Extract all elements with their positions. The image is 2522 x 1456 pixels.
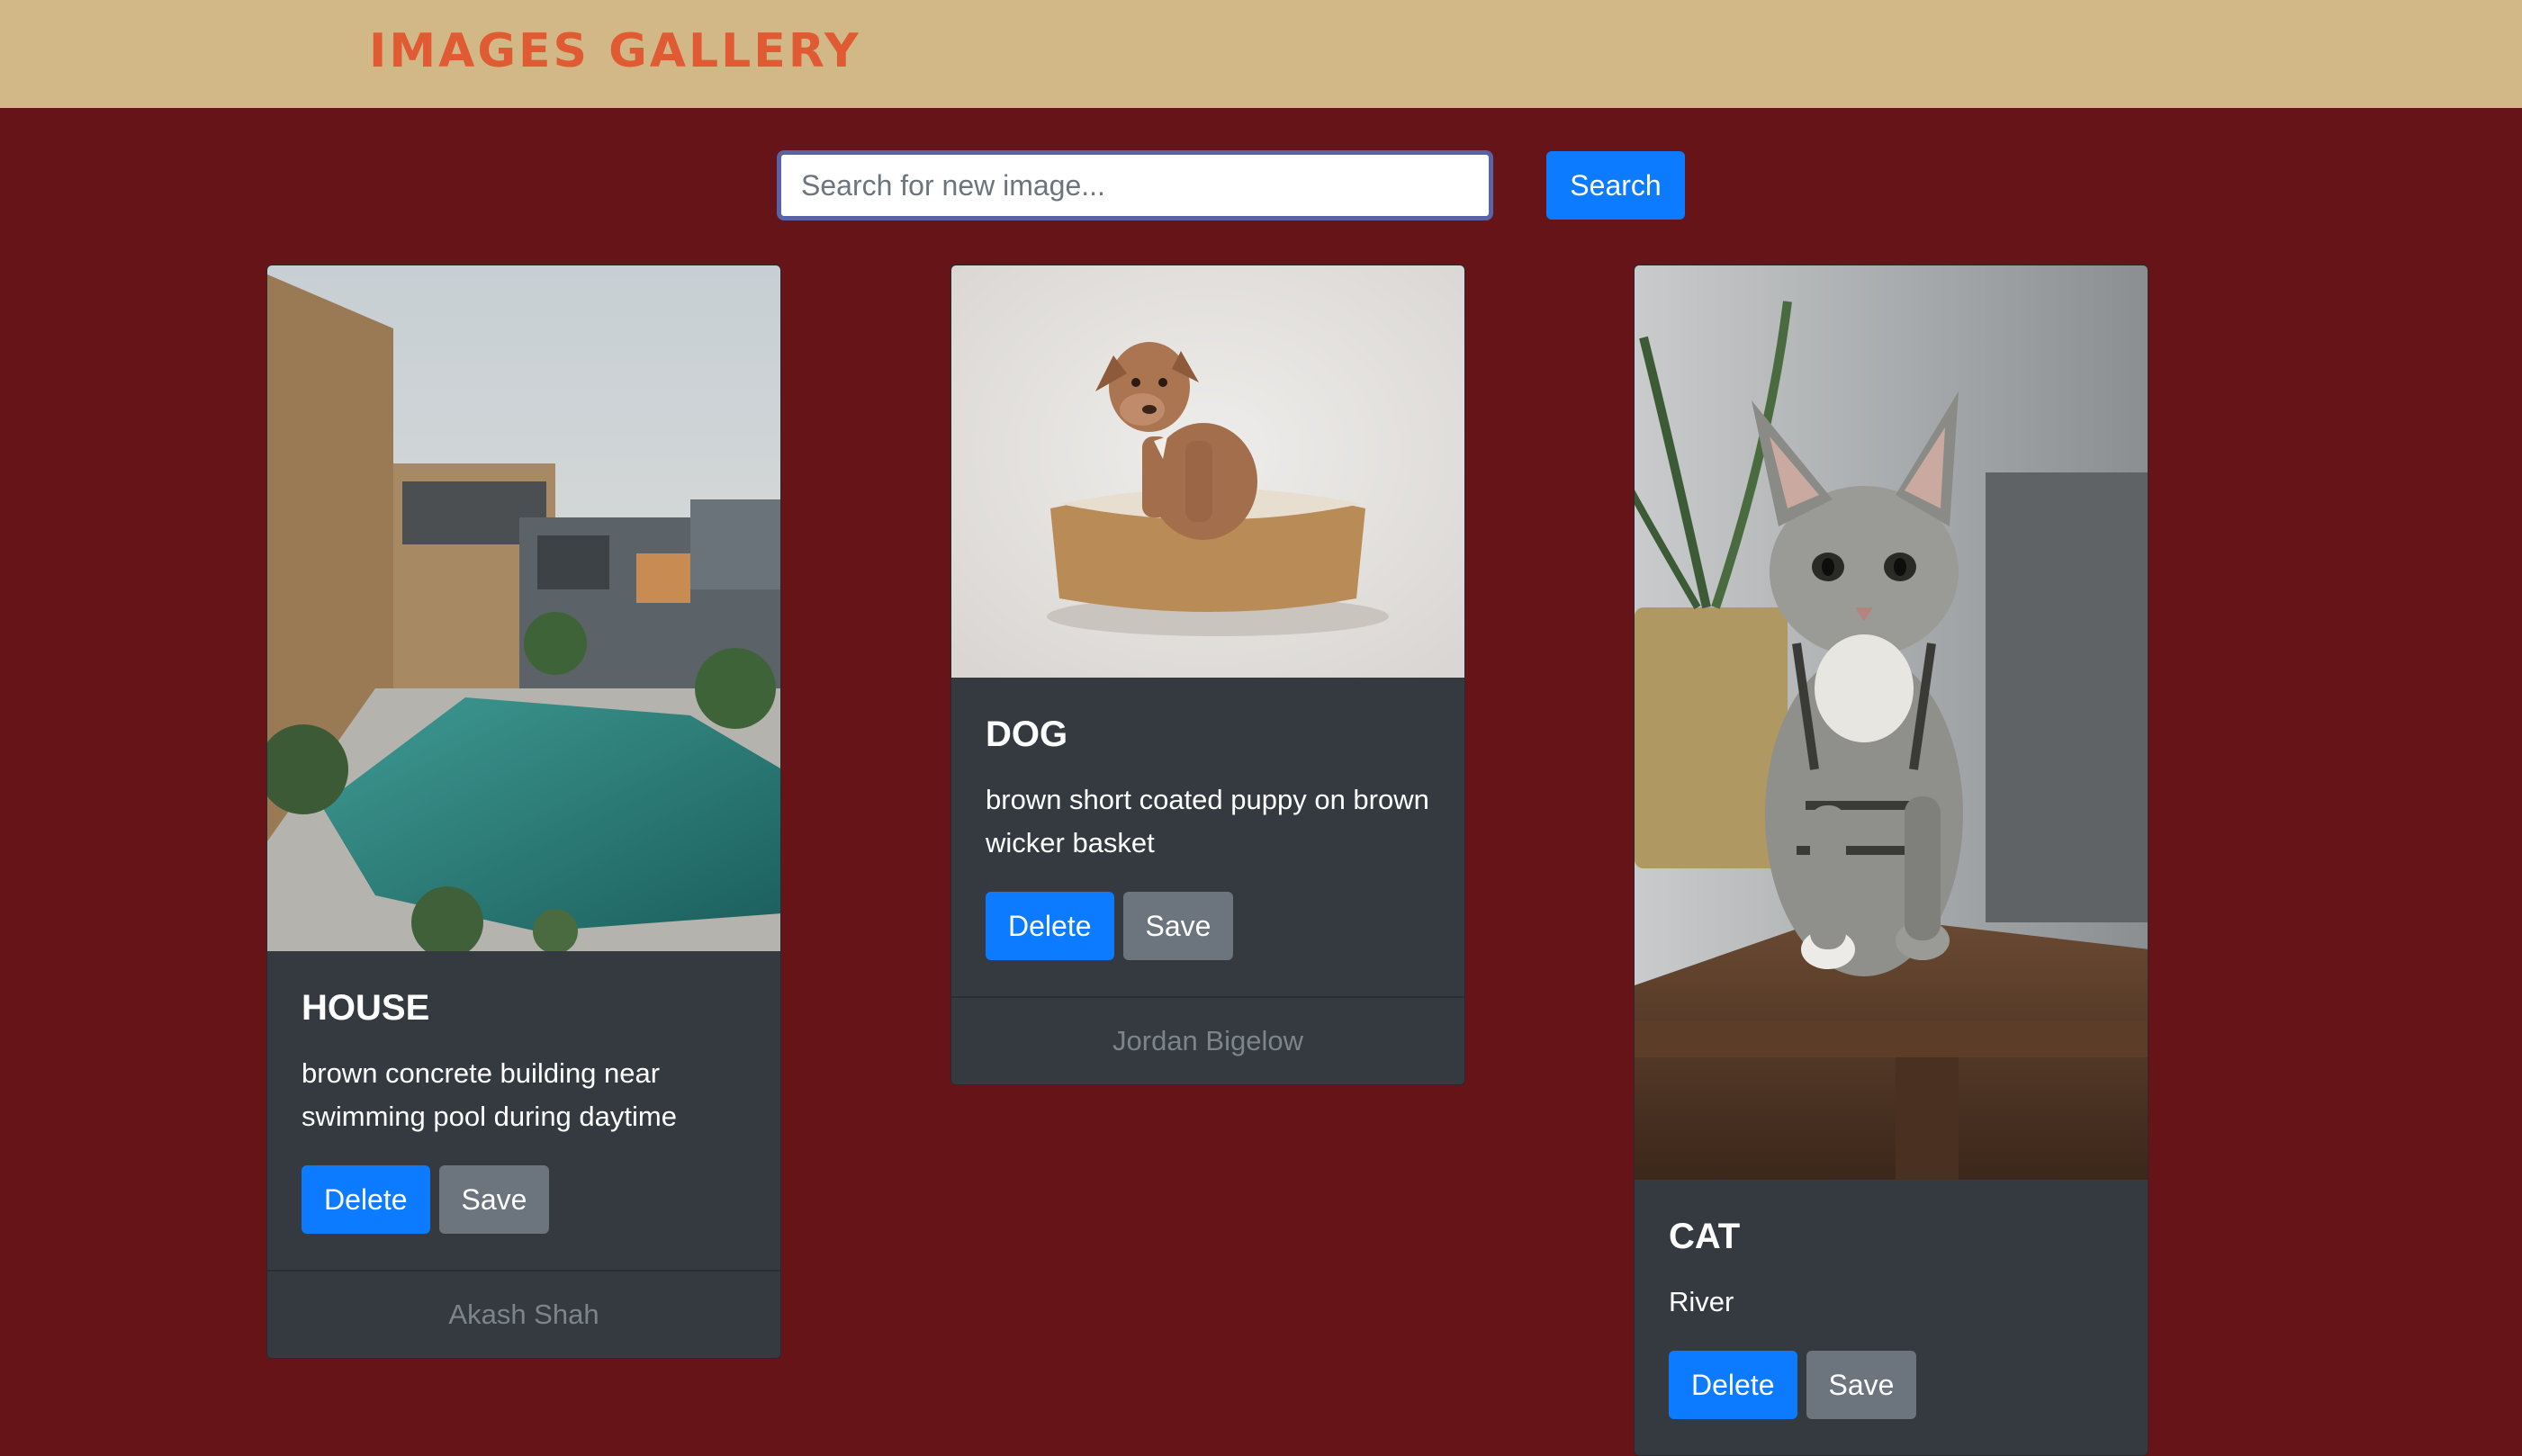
save-button[interactable]: Save [438,1165,550,1234]
card-body: CAT River Delete Save [1635,1180,2148,1455]
search-button[interactable]: Search [1546,151,1685,220]
card-description: River [1669,1286,1734,1317]
card-title: HOUSE [302,988,430,1028]
card-image-dog [951,265,1464,678]
card-description: brown short coated puppy on brown wicker… [986,784,1429,858]
search-input[interactable] [777,150,1493,220]
card-title: DOG [986,715,1068,754]
card-image-cat [1635,265,2148,1180]
image-card-cat: CAT River Delete Save [1634,265,2148,1456]
delete-button[interactable]: Delete [302,1165,430,1234]
image-card-dog: DOG brown short coated puppy on brown wi… [950,265,1465,1085]
delete-button[interactable]: Delete [986,892,1114,960]
delete-button[interactable]: Delete [1669,1351,1797,1419]
card-author[interactable]: Jordan Bigelow [951,996,1464,1084]
cat-photo [1635,265,2148,1180]
save-button[interactable]: Save [1122,892,1234,960]
image-card-house: HOUSE brown concrete building near swimm… [266,265,781,1359]
brand-title[interactable]: Images Gallery [369,20,861,83]
card-body: DOG brown short coated puppy on brown wi… [951,678,1464,996]
card-body: HOUSE brown concrete building near swimm… [267,951,780,1270]
save-button[interactable]: Save [1806,1351,1917,1419]
dog-photo [951,265,1464,678]
card-title: CAT [1669,1217,1741,1256]
card-actions: Delete Save [302,1165,746,1234]
card-author[interactable]: Akash Shah [267,1270,780,1358]
navbar: Images Gallery [0,0,2522,108]
card-actions: Delete Save [986,892,1430,960]
card-image-house [267,265,780,951]
card-description: brown concrete building near swimming po… [302,1057,677,1132]
house-photo [267,265,780,951]
card-actions: Delete Save [1669,1351,2113,1419]
